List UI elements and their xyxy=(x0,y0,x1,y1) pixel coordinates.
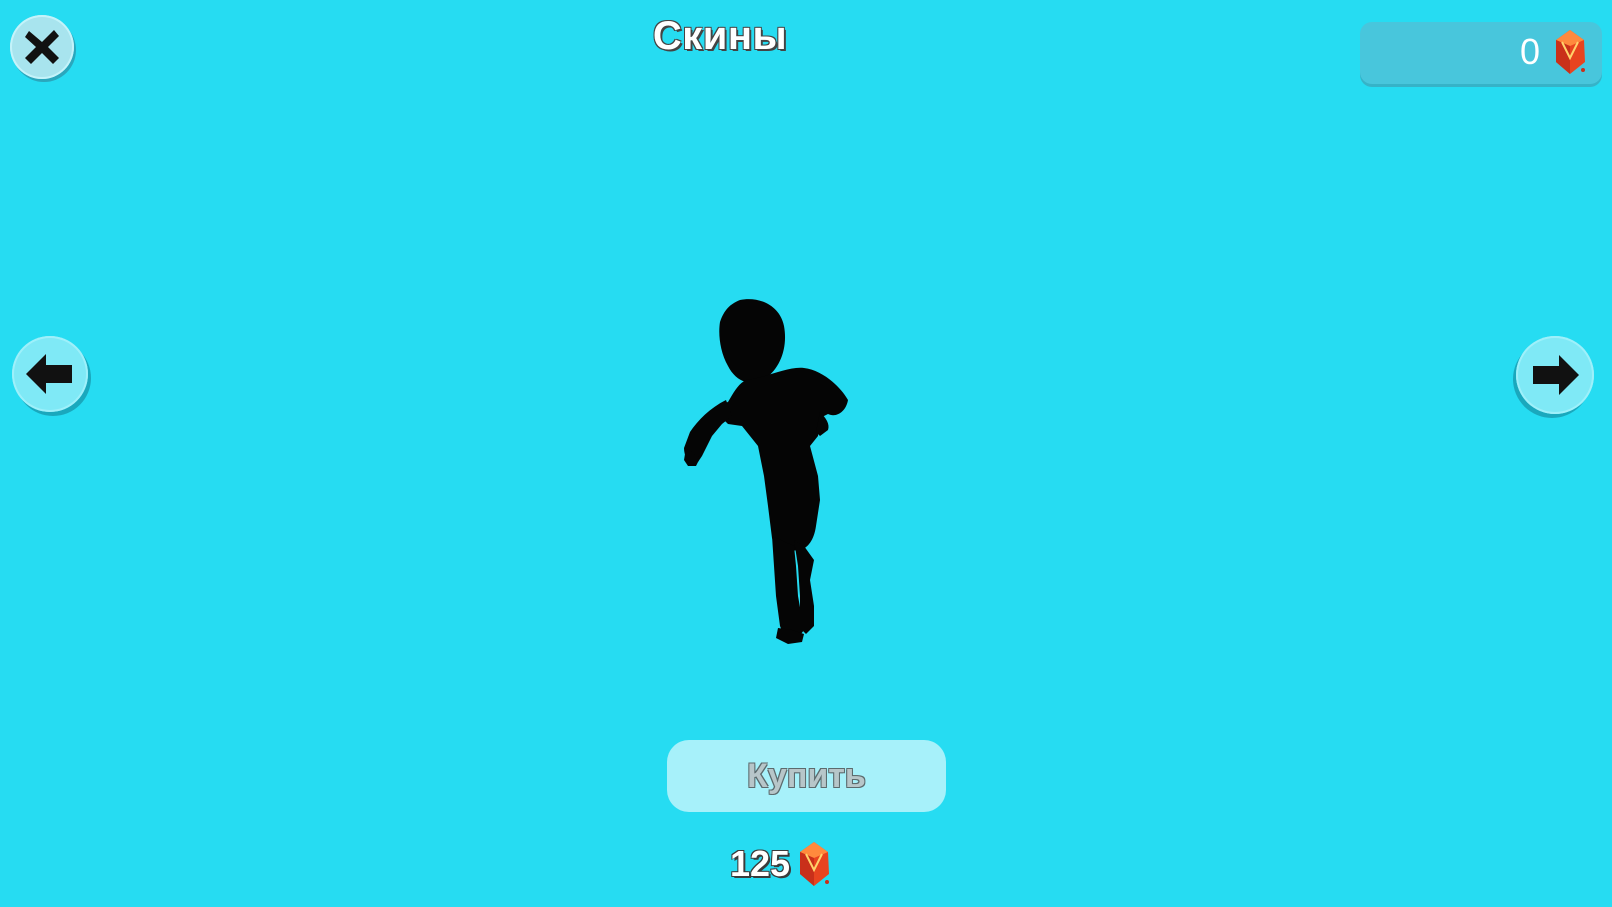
close-icon xyxy=(25,30,59,64)
character-silhouette xyxy=(684,299,848,644)
currency-balance: 0 xyxy=(1519,31,1540,72)
buy-button[interactable]: Купить xyxy=(667,740,946,812)
previous-skin-button[interactable] xyxy=(12,336,88,412)
page-title: Скины xyxy=(652,14,788,58)
arrow-left-icon xyxy=(26,354,72,394)
red-gem-icon xyxy=(800,842,830,886)
next-skin-button[interactable] xyxy=(1516,336,1594,414)
skin-price: 125 xyxy=(730,838,832,890)
price-value: 125 xyxy=(730,843,791,884)
skins-screen: Скины 0 Купить 125 xyxy=(0,0,1612,907)
currency-panel: 0 xyxy=(1360,22,1602,84)
red-gem-icon xyxy=(1556,30,1585,74)
close-button[interactable] xyxy=(10,15,74,79)
buy-button-label: Купить xyxy=(747,756,866,795)
arrow-right-icon xyxy=(1533,355,1579,395)
